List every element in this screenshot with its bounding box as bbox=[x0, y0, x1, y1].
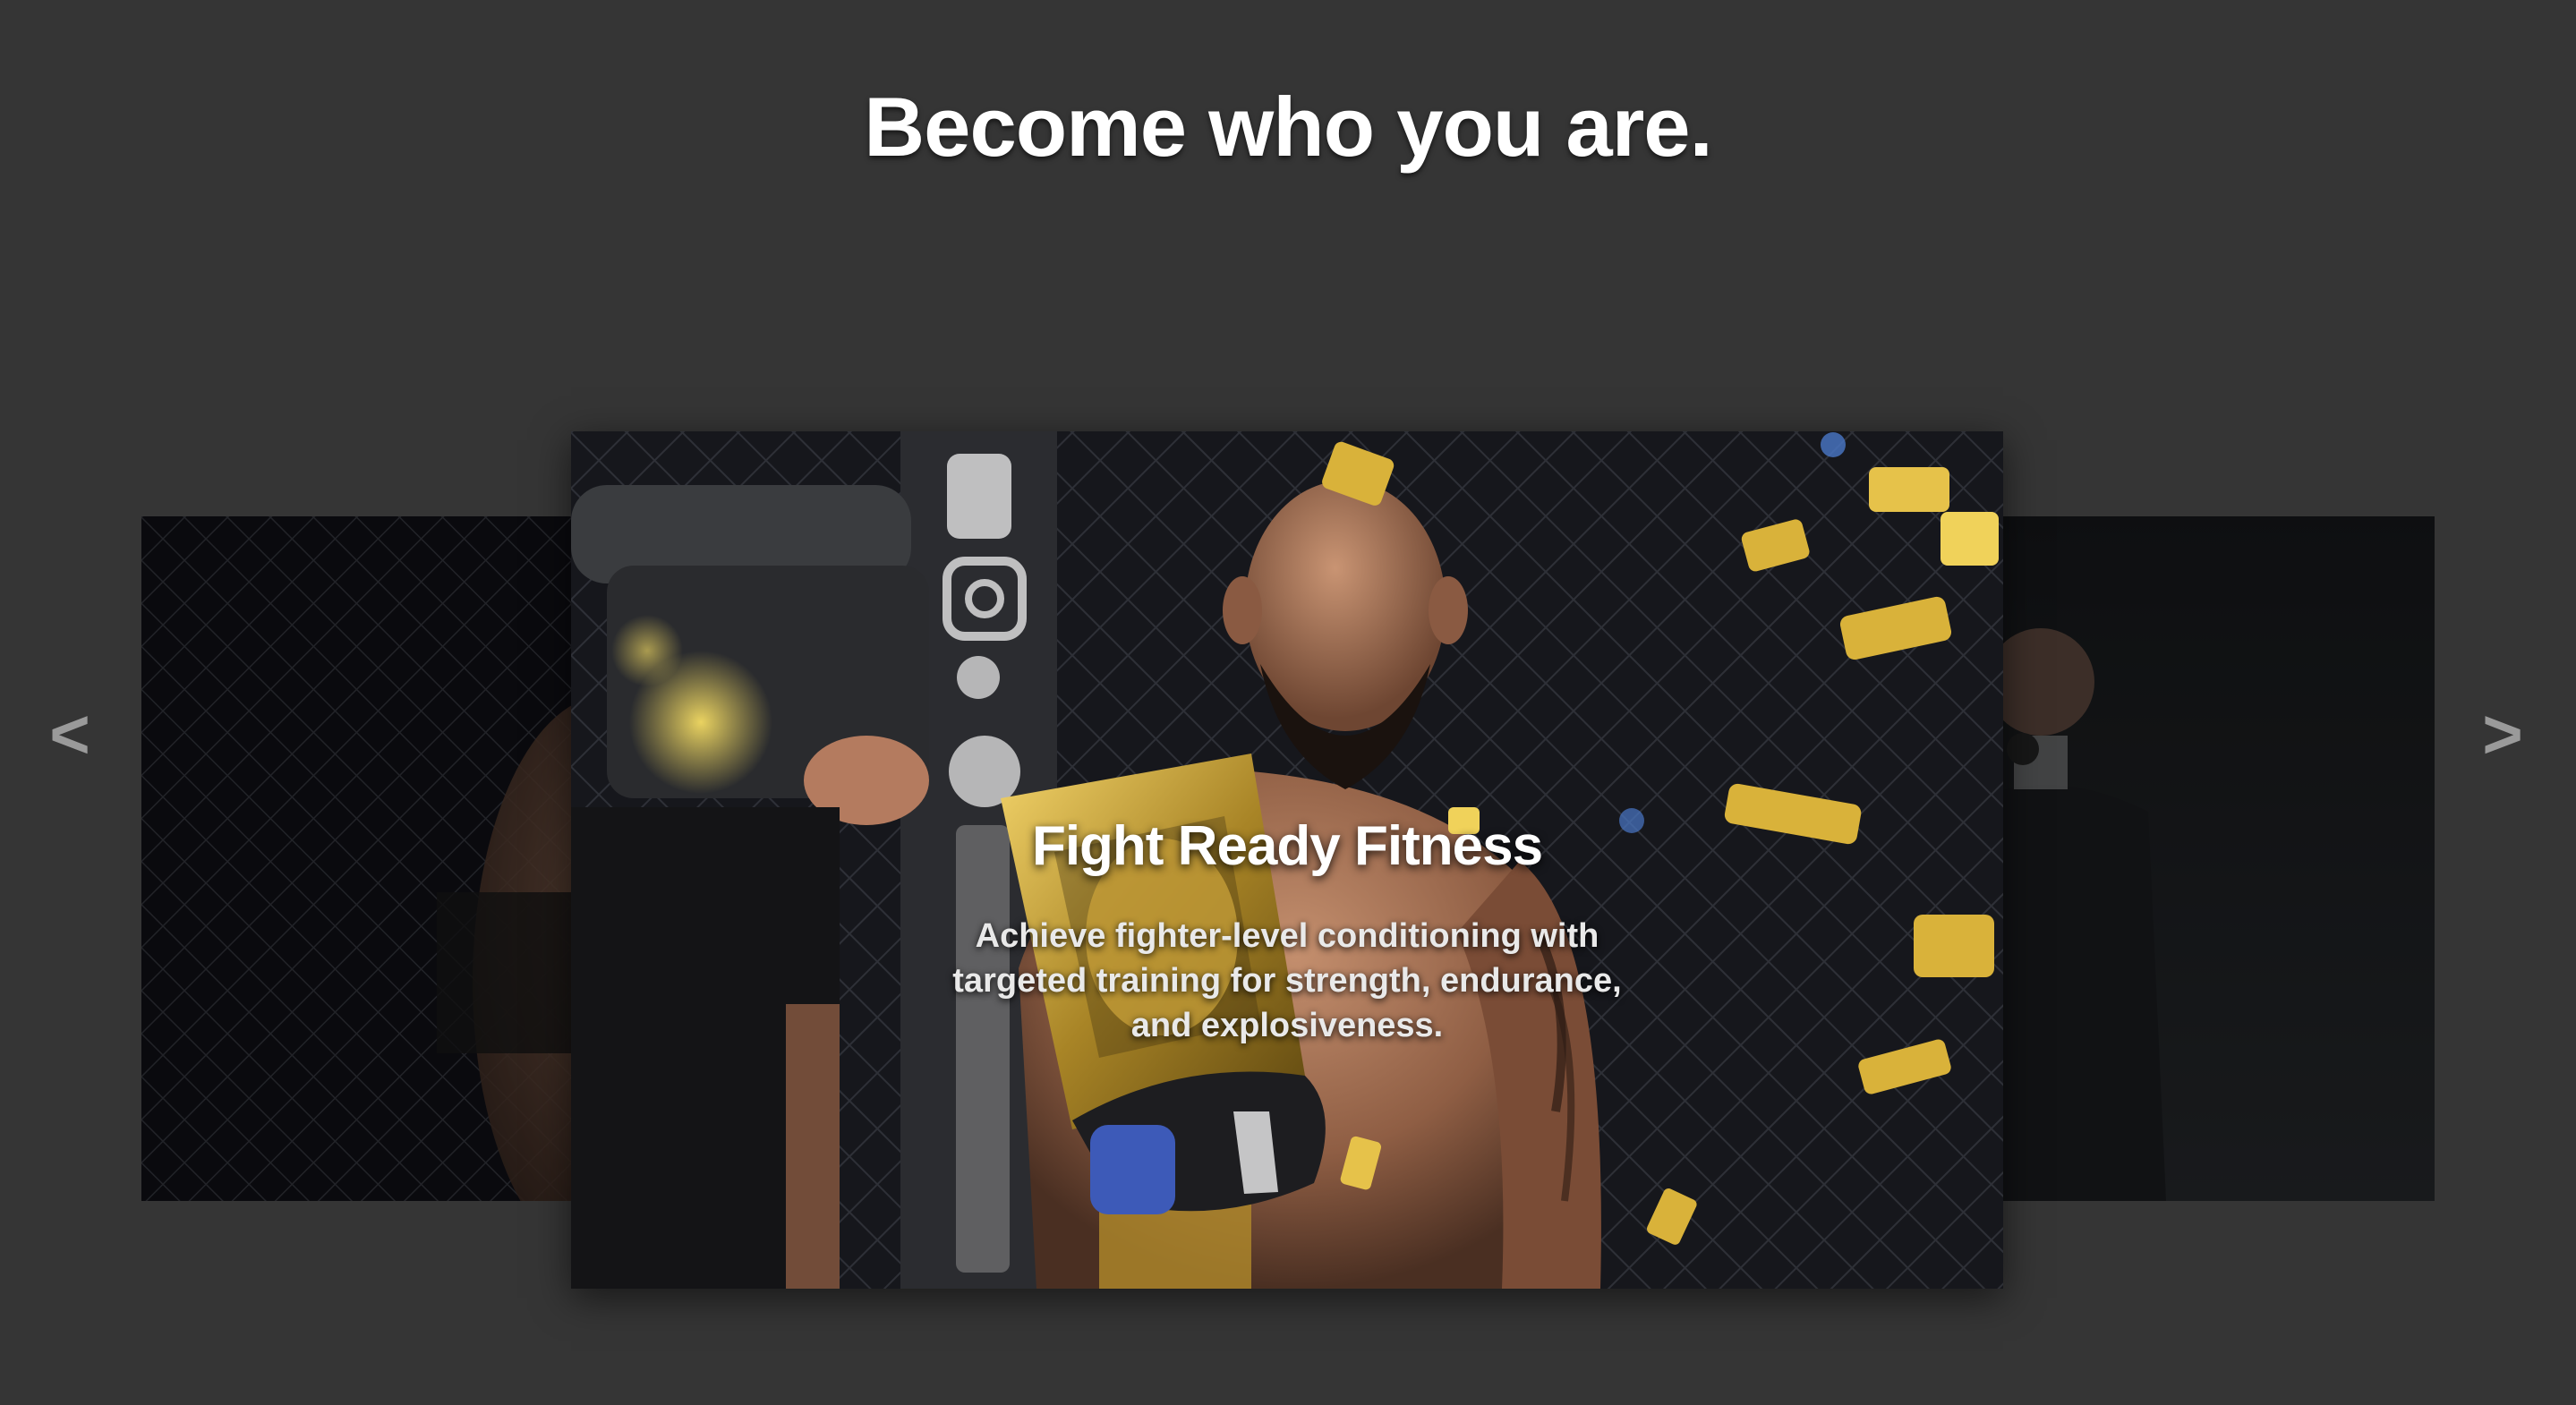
carousel-next-button[interactable]: > bbox=[2467, 694, 2538, 774]
carousel-prev-button[interactable]: < bbox=[34, 694, 106, 774]
chevron-left-icon: < bbox=[49, 694, 90, 773]
slide-caption: Fight Ready Fitness Achieve fighter-leve… bbox=[571, 814, 2003, 1048]
slide-title: Fight Ready Fitness bbox=[1031, 815, 1543, 877]
image-carousel: Fight Ready Fitness Achieve fighter-leve… bbox=[0, 0, 2576, 1405]
slide-description: Achieve fighter-level conditioning with … bbox=[952, 917, 1622, 1044]
chevron-right-icon: > bbox=[2482, 694, 2523, 773]
page: Become who you are. Fight Ready Fitness … bbox=[0, 0, 2576, 1405]
carousel-slide-active[interactable]: Fight Ready Fitness Achieve fighter-leve… bbox=[571, 431, 2003, 1289]
